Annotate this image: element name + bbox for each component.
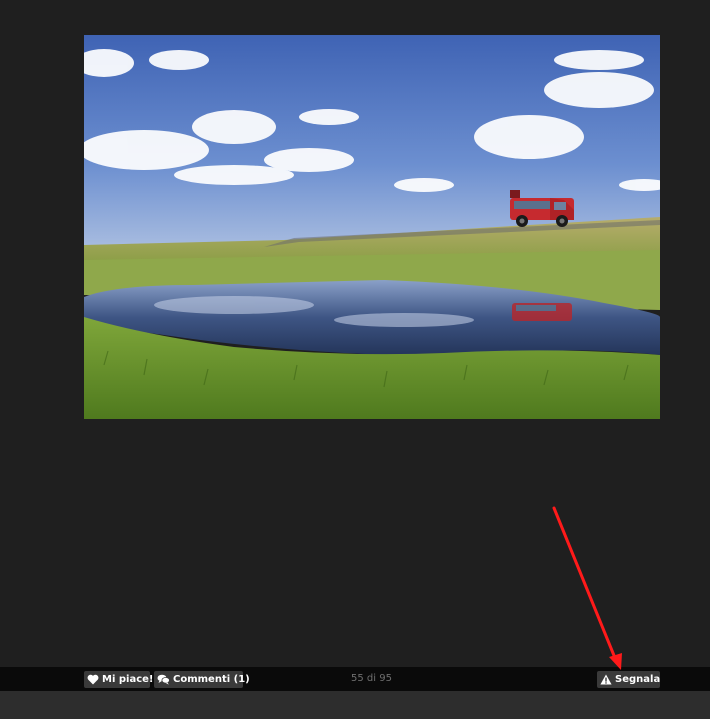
gallery-photo[interactable]	[84, 35, 660, 419]
like-label: Mi piace!	[102, 674, 154, 685]
heart-icon	[87, 674, 99, 685]
bottom-strip	[0, 691, 710, 719]
report-label: Segnala	[615, 674, 661, 685]
photo-counter: 55 di 95	[351, 673, 392, 684]
comments-label: Commenti (1)	[173, 674, 250, 685]
speech-bubbles-icon	[157, 674, 170, 685]
comments-button[interactable]: Commenti (1)	[154, 671, 250, 688]
report-button[interactable]: Segnala	[597, 671, 660, 688]
like-button[interactable]: Mi piace!	[84, 671, 154, 688]
photo-viewer-stage	[0, 0, 710, 667]
landscape-photo	[84, 35, 660, 419]
warning-triangle-icon	[600, 674, 612, 685]
